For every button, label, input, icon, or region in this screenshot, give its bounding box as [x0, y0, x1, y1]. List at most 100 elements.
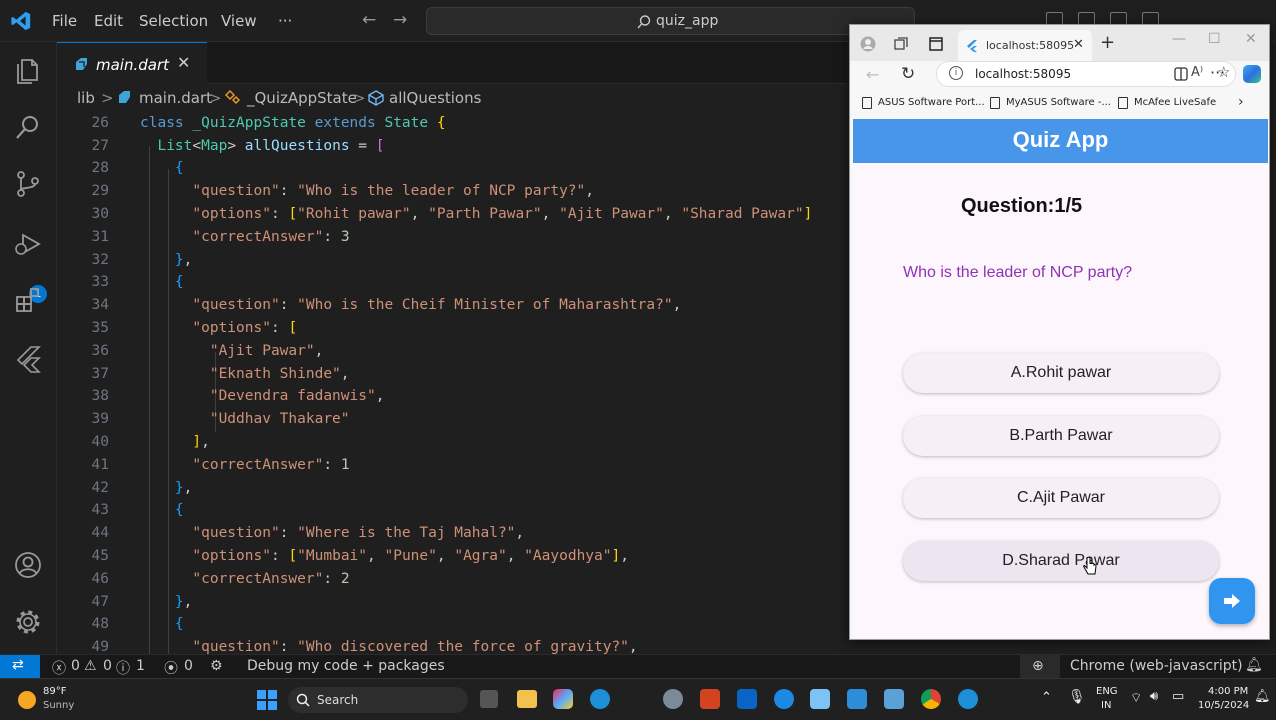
warning-count[interactable]: 0	[103, 658, 112, 674]
notifications-bell-icon[interactable]: 🔔︎	[1245, 657, 1263, 673]
error-count[interactable]: 0	[71, 658, 80, 674]
debug-config[interactable]: Debug my code + packages	[247, 658, 445, 674]
account-icon[interactable]	[13, 550, 43, 580]
info-count[interactable]: 1	[136, 658, 145, 674]
option-d-button[interactable]: D.Sharad Pawar	[903, 541, 1219, 581]
code-line: "options": ["Mumbai", "Pune", "Agra", "A…	[192, 548, 629, 564]
settings-app-icon[interactable]	[663, 689, 683, 709]
bookmark-myasus[interactable]: MyASUS Software -...	[1006, 97, 1111, 108]
line-number: 32	[91, 252, 109, 268]
menu-view[interactable]: View	[221, 12, 257, 30]
copilot-icon[interactable]	[1243, 65, 1261, 83]
more-options-icon[interactable]: ···	[1210, 63, 1225, 82]
line-number: 49	[91, 639, 109, 654]
run-debug-icon[interactable]	[13, 229, 43, 259]
office-icon[interactable]	[700, 689, 720, 709]
command-center-search[interactable]: quiz_app	[426, 7, 915, 35]
code-line: "options": [	[192, 320, 298, 336]
menu-edit[interactable]: Edit	[94, 12, 123, 30]
tab-main-dart[interactable]: main.dart ✕	[57, 42, 207, 84]
vscode-taskbar-icon[interactable]	[847, 689, 867, 709]
edge-icon[interactable]	[590, 689, 610, 709]
site-info-icon[interactable]: i	[949, 66, 963, 80]
taskbar-search[interactable]: Search	[288, 687, 468, 713]
ports-count[interactable]: 0	[184, 658, 193, 674]
search-icon[interactable]	[13, 112, 43, 142]
explorer-icon[interactable]	[13, 56, 43, 86]
task-view-icon[interactable]	[480, 690, 498, 708]
chevron-up-icon[interactable]: ⌃	[1041, 690, 1052, 705]
source-control-icon[interactable]	[13, 169, 43, 199]
windows-start-icon[interactable]	[257, 690, 277, 710]
code-editor[interactable]: 26 27 28 29 30 31 32 33 34 35 36 37 38 3…	[57, 112, 847, 654]
dart-file-icon	[76, 58, 87, 70]
extensions-icon[interactable]	[13, 285, 43, 315]
flutter-taskbar-icon[interactable]	[884, 689, 904, 709]
forward-arrow-icon[interactable]: →	[393, 10, 407, 30]
menu-selection[interactable]: Selection	[139, 12, 208, 30]
split-screen-icon[interactable]	[1174, 67, 1188, 81]
close-tab-icon[interactable]: ✕	[1073, 37, 1084, 52]
arrow-forward-icon	[1224, 594, 1240, 608]
input-language[interactable]: ENG	[1096, 686, 1118, 697]
tab-actions-icon[interactable]	[929, 37, 943, 51]
menu-file[interactable]: File	[52, 12, 77, 30]
code-line: List<Map> allQuestions = [	[157, 138, 385, 154]
read-aloud-icon[interactable]: A⁾	[1191, 65, 1203, 80]
remote-indicator[interactable]: ⇄	[0, 655, 40, 679]
weather-temp[interactable]: 89°F	[43, 686, 66, 697]
code-line: {	[174, 274, 184, 290]
class-icon	[225, 90, 240, 104]
reload-icon[interactable]: ↻	[901, 64, 915, 84]
close-tab-icon[interactable]: ✕	[177, 53, 190, 72]
file-explorer-icon[interactable]	[517, 690, 537, 708]
back-icon[interactable]: ←	[866, 65, 879, 84]
chevron-right-icon[interactable]: ›	[1238, 94, 1244, 110]
store-icon[interactable]	[737, 689, 757, 709]
back-arrow-icon[interactable]: ←	[362, 10, 376, 30]
settings-gear-icon[interactable]	[13, 607, 43, 637]
breadcrumb-folder[interactable]: lib	[77, 89, 95, 107]
bookmark-asus[interactable]: ASUS Software Port...	[878, 97, 985, 108]
option-a-button[interactable]: A.Rohit pawar	[903, 353, 1219, 393]
microphone-icon[interactable]: 🎙︎	[1068, 689, 1086, 705]
edge-icon[interactable]	[958, 689, 978, 709]
line-number: 40	[91, 434, 109, 450]
minimize-icon[interactable]: —	[1172, 31, 1186, 47]
browser-tab[interactable]: localhost:58095 ✕	[958, 30, 1092, 61]
app-icon[interactable]	[810, 689, 830, 709]
option-c-button[interactable]: C.Ajit Pawar	[903, 478, 1219, 518]
debug-icon: ⚙	[210, 658, 223, 674]
battery-icon[interactable]: ▭	[1172, 689, 1184, 704]
copilot-app-icon[interactable]	[553, 689, 573, 709]
breadcrumb-class[interactable]: _QuizAppState	[247, 89, 357, 107]
language-mode[interactable]: Chrome (web-javascript)	[1070, 658, 1243, 674]
clock-time[interactable]: 4:00 PM	[1208, 686, 1248, 697]
taskbar-search-label: Search	[317, 693, 359, 707]
breadcrumb-file[interactable]: main.dart	[139, 89, 212, 107]
next-question-button[interactable]	[1209, 578, 1255, 624]
new-tab-icon[interactable]: +	[1100, 32, 1115, 53]
flutter-icon[interactable]	[13, 344, 43, 374]
maximize-icon[interactable]: ☐	[1208, 31, 1221, 47]
line-number: 42	[91, 480, 109, 496]
app-icon[interactable]	[774, 689, 794, 709]
volume-icon[interactable]: 🔊︎	[1150, 689, 1158, 704]
line-number: 41	[91, 457, 109, 473]
zoom-button[interactable]: ⊕	[1020, 655, 1060, 679]
workspaces-icon[interactable]	[894, 37, 908, 51]
code-line: },	[174, 252, 193, 268]
notifications-icon[interactable]: 🔔︎	[1254, 689, 1271, 704]
menu-more[interactable]: ···	[278, 12, 292, 30]
close-window-icon[interactable]: ✕	[1245, 31, 1257, 47]
code-line: "Ajit Pawar",	[209, 343, 324, 359]
wifi-icon[interactable]: ⌔	[1130, 690, 1142, 706]
address-bar[interactable]: i localhost:58095 A⁾ ☆	[936, 61, 1236, 87]
profile-icon[interactable]	[860, 36, 876, 52]
code-line: "options": ["Rohit pawar", "Parth Pawar"…	[192, 206, 813, 222]
breadcrumb-separator: >	[353, 89, 366, 107]
chrome-icon[interactable]	[921, 689, 941, 709]
breadcrumb-member[interactable]: allQuestions	[389, 89, 481, 107]
bookmark-mcafee[interactable]: McAfee LiveSafe	[1134, 97, 1216, 108]
option-b-button[interactable]: B.Parth Pawar	[903, 416, 1219, 456]
